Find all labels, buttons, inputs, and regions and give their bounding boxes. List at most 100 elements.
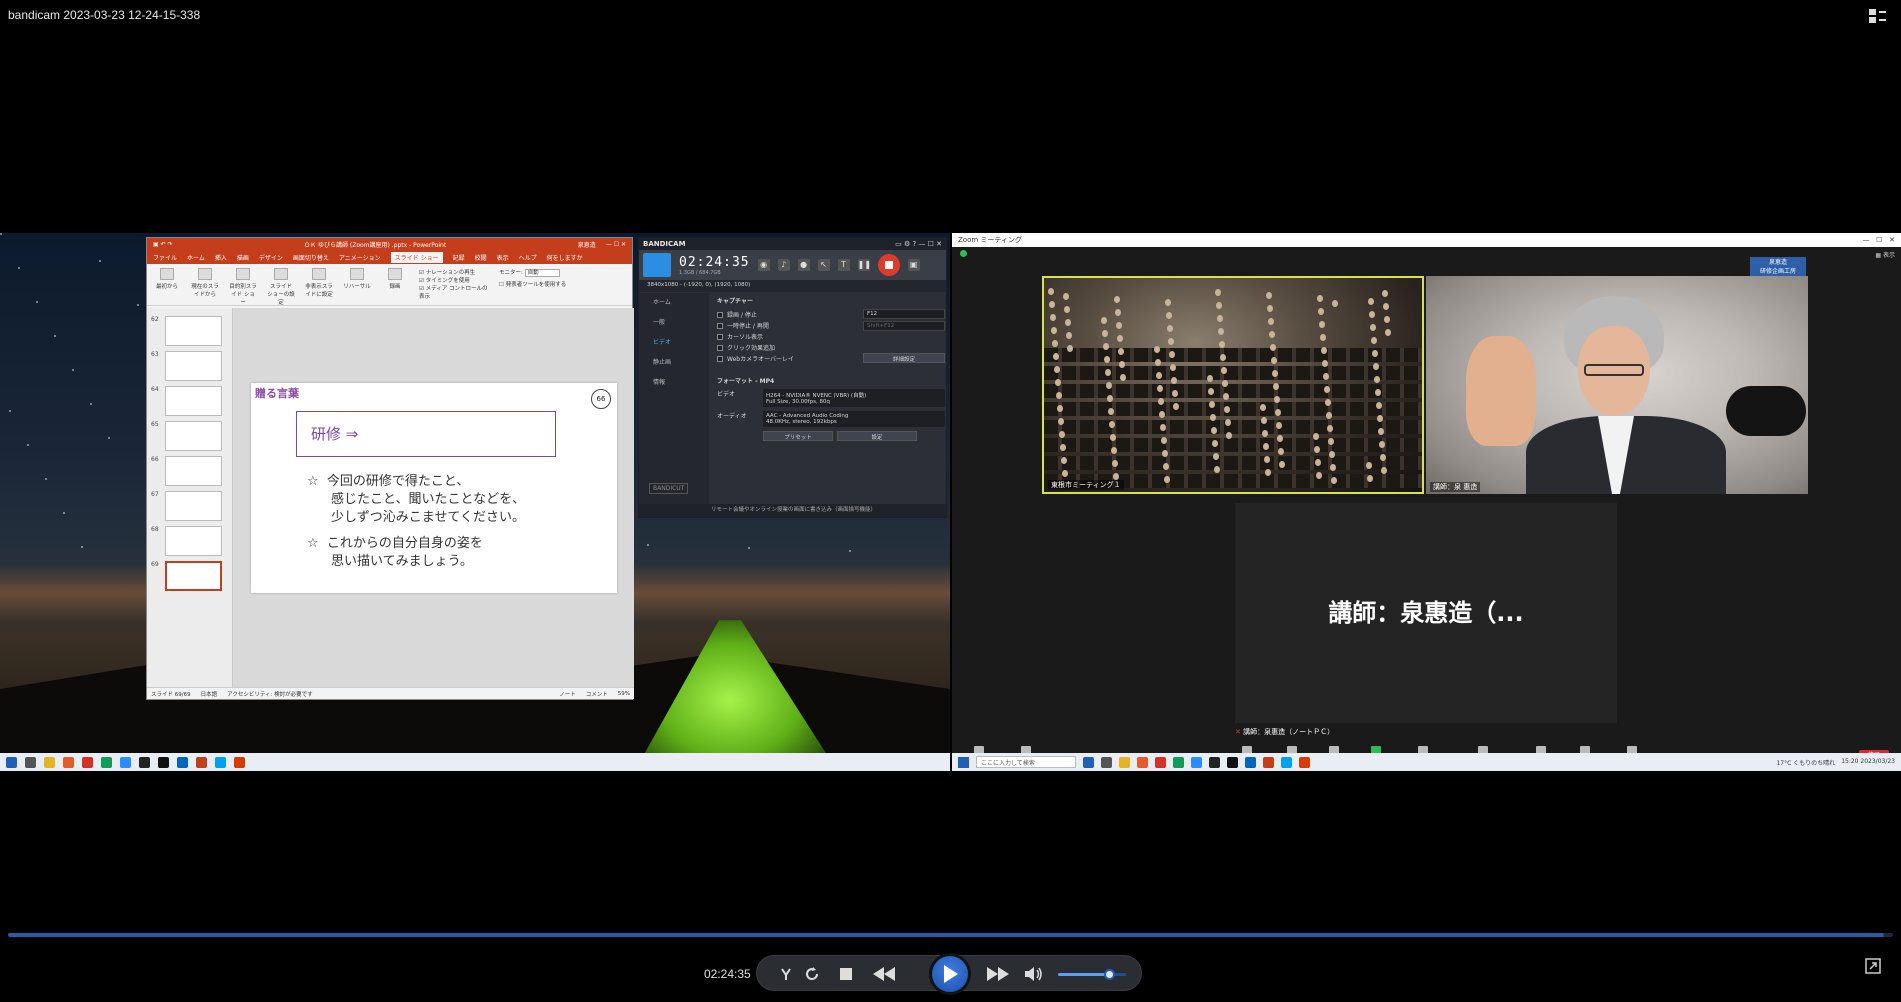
bandicut-logo[interactable]: BANDICUT: [649, 483, 689, 494]
taskbar-app-icon[interactable]: [1083, 756, 1094, 768]
ribbon-tab[interactable]: 画面切り替え: [293, 253, 329, 262]
taskbar-app-icon[interactable]: [1281, 756, 1292, 768]
taskbar-app-icon[interactable]: [1227, 756, 1238, 768]
slide-thumbnail[interactable]: [165, 421, 222, 451]
taskbar-app-icon[interactable]: [1299, 756, 1310, 768]
fullscreen-icon[interactable]: [1865, 958, 1881, 974]
ribbon-tab[interactable]: 描画: [237, 253, 249, 262]
text-icon[interactable]: T: [837, 259, 850, 271]
from-current-button[interactable]: 現在のスライドから: [191, 268, 219, 301]
media-checkbox[interactable]: ☑ メディア コントロールの表示: [419, 284, 489, 300]
preset-button[interactable]: プリセット: [763, 431, 833, 441]
rewind-icon[interactable]: [869, 963, 899, 985]
taskbar-app-icon[interactable]: [1191, 756, 1202, 768]
ribbon-tab[interactable]: ホーム: [187, 253, 205, 262]
shield-icon[interactable]: [960, 250, 967, 257]
timing-checkbox[interactable]: ☑ タイミングを使用: [419, 276, 489, 284]
monitor-select[interactable]: モニター: 自動: [499, 268, 599, 277]
taskbar-app-icon[interactable]: [234, 756, 245, 768]
video-tile-audience[interactable]: 東根市ミーティング１: [1042, 276, 1424, 494]
volume-slider[interactable]: [1058, 969, 1126, 980]
hide-slide-button[interactable]: 非表示スライドに設定: [305, 268, 333, 301]
detail-settings-button[interactable]: 詳細設定: [863, 353, 945, 363]
taskbar-app-icon[interactable]: [6, 756, 17, 768]
pause-icon[interactable]: ❚❚: [857, 259, 871, 271]
clock[interactable]: 15:20 2023/03/23: [1841, 758, 1895, 767]
view-button[interactable]: ▦ 表示: [1875, 250, 1895, 259]
video-tile-speaker[interactable]: 講師：泉 惠造: [1426, 276, 1808, 494]
hotkey-pause-field[interactable]: Shift+F12: [863, 321, 945, 331]
taskbar-app-icon[interactable]: [1119, 756, 1130, 768]
capture-option-checkbox[interactable]: 一時停止 / 再開: [717, 320, 794, 331]
webcam-icon[interactable]: ◉: [757, 259, 770, 271]
window-controls[interactable]: — ☐ ✕: [606, 241, 626, 248]
cursor-icon[interactable]: ↖: [817, 259, 830, 271]
weather-widget[interactable]: 17°C くもりのち晴れ: [1776, 758, 1835, 767]
video-frame[interactable]: ▣ ↶ ↷ ＯＫ ゆびら講師 (Zoom講座用) .pptx - PowerPo…: [0, 233, 1901, 771]
window-controls[interactable]: ▭ ⚙ ? — ☐ ✕: [895, 240, 942, 248]
volume-icon[interactable]: [1023, 963, 1045, 985]
ribbon-tab[interactable]: ヘルプ: [519, 253, 537, 262]
slide-thumbnail[interactable]: [165, 316, 222, 346]
taskbar-app-icon[interactable]: [1263, 756, 1274, 768]
from-start-button[interactable]: 最初から: [153, 268, 181, 301]
taskbar-app-icon[interactable]: [1173, 756, 1184, 768]
record-button[interactable]: 録画: [381, 268, 409, 301]
playlist-toggle-icon[interactable]: [1869, 8, 1887, 24]
ribbon-tab[interactable]: 記録: [453, 253, 465, 262]
comments-button[interactable]: コメント: [586, 690, 608, 698]
slide-thumbnail[interactable]: [165, 386, 222, 416]
taskbar-app-icon[interactable]: [63, 756, 74, 768]
presenter-checkbox[interactable]: ☐ 発表者ツールを使用する: [499, 280, 599, 288]
taskbar-app-icon[interactable]: [1209, 756, 1220, 768]
slide-thumbnail[interactable]: [165, 491, 222, 521]
slide-thumbnail-pane[interactable]: 62 63 64 65 66 67 68 69: [147, 308, 233, 688]
ribbon-tab[interactable]: 表示: [497, 253, 509, 262]
taskbar-app-icon[interactable]: [139, 756, 150, 768]
taskbar-app-icon[interactable]: [101, 756, 112, 768]
taskbar-app-icon[interactable]: [215, 756, 226, 768]
save-icon[interactable]: ▣ ↶ ↷: [153, 241, 173, 248]
camera-icon[interactable]: ▣: [907, 259, 920, 271]
ribbon-tab[interactable]: ファイル: [153, 253, 177, 262]
speaker-icon[interactable]: ♪: [777, 259, 790, 271]
window-controls[interactable]: — ☐ ✕: [1863, 236, 1896, 244]
screen-record-mode-icon[interactable]: [643, 253, 671, 277]
format-settings-button[interactable]: 設定: [837, 431, 917, 441]
setup-show-button[interactable]: スライド ショーの設定: [267, 268, 295, 306]
stop-icon[interactable]: [835, 963, 857, 985]
ribbon-tab[interactable]: 校閲: [475, 253, 487, 262]
windows-start-icon[interactable]: [958, 756, 969, 768]
slide-thumbnail[interactable]: [165, 456, 222, 486]
taskbar-app-icon[interactable]: [1155, 756, 1166, 768]
accessibility-status[interactable]: アクセシビリティ: 検討が必要です: [227, 690, 313, 698]
taskbar-app-icon[interactable]: [158, 756, 169, 768]
bandicam-footer-tip[interactable]: リモート会議やオンライン授業の画面に書き込み（画面描写機能）: [639, 504, 948, 517]
taskbar-search-input[interactable]: ここに入力して検索: [976, 756, 1076, 768]
taskbar-app-icon[interactable]: [196, 756, 207, 768]
ribbon-tab[interactable]: スライド ショー: [390, 252, 443, 263]
ribbon-tab[interactable]: アニメーション: [339, 253, 381, 262]
slide-thumbnail[interactable]: [165, 526, 222, 556]
taskbar-app-icon[interactable]: [1101, 756, 1112, 768]
seek-bar[interactable]: [8, 933, 1893, 937]
ribbon-tab[interactable]: デザイン: [259, 253, 283, 262]
ab-repeat-icon[interactable]: [775, 963, 797, 985]
sidebar-item[interactable]: 情報: [639, 373, 709, 393]
sidebar-item[interactable]: 一般: [639, 313, 709, 333]
stop-record-button[interactable]: [877, 254, 900, 276]
capture-option-checkbox[interactable]: Webカメラオーバーレイ: [717, 353, 794, 364]
sidebar-item[interactable]: ビデオ: [639, 333, 709, 353]
rehearse-button[interactable]: リハーサル: [343, 268, 371, 301]
slide-thumbnail[interactable]: [165, 561, 222, 591]
taskbar-app-icon[interactable]: [25, 756, 36, 768]
hotkey-stop-field[interactable]: F12: [863, 309, 945, 319]
fast-forward-icon[interactable]: [983, 963, 1013, 985]
custom-show-button[interactable]: 目的別スライド ショー: [229, 268, 257, 306]
taskbar-app-icon[interactable]: [177, 756, 188, 768]
play-button[interactable]: [929, 953, 971, 995]
narration-checkbox[interactable]: ☑ ナレーションの再生: [419, 268, 489, 276]
volume-knob[interactable]: [1104, 969, 1115, 980]
capture-option-checkbox[interactable]: 録画 / 停止: [717, 309, 794, 320]
notes-button[interactable]: ノート: [559, 690, 576, 698]
